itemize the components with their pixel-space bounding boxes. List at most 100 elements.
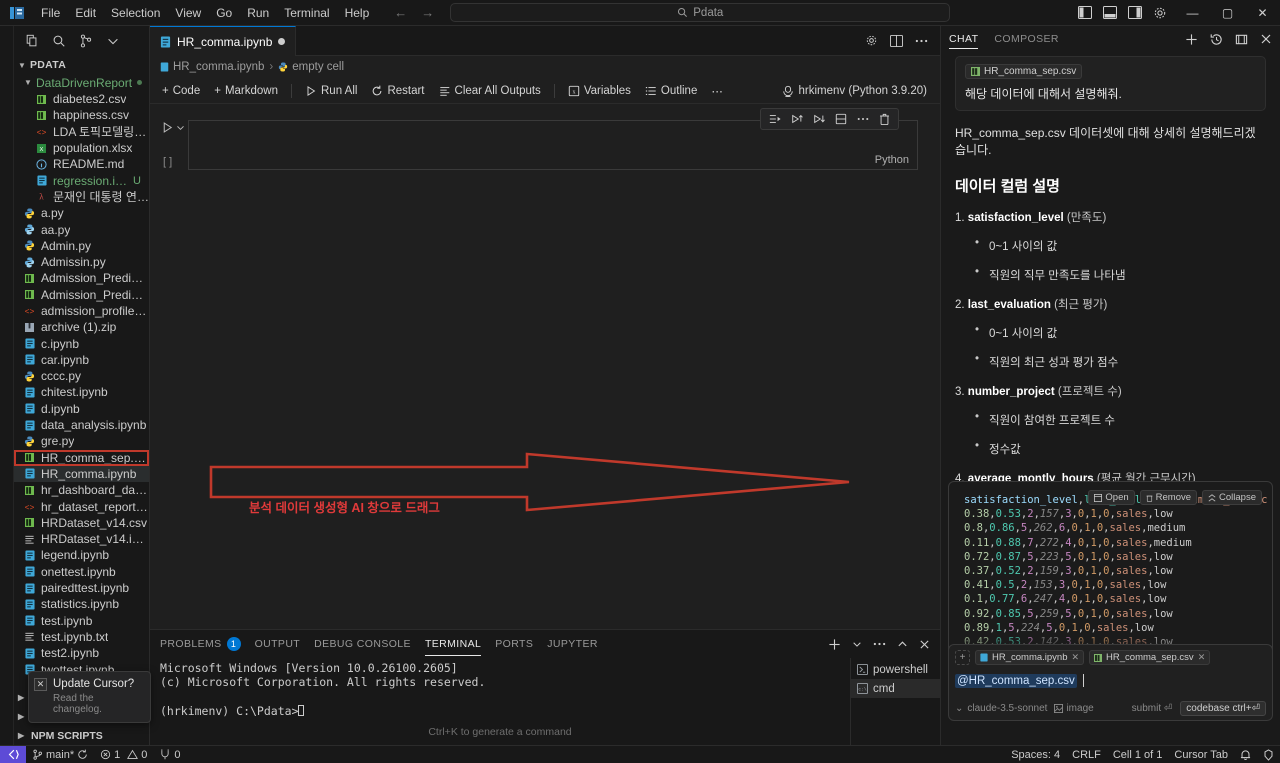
file-item-hrdataset-v14-ipynb-txt[interactable]: HRDataset_v14.ipynb.txt bbox=[14, 531, 149, 547]
close-window-button[interactable]: ✕ bbox=[1245, 0, 1280, 26]
split-cell-icon[interactable] bbox=[835, 113, 847, 125]
file-item-admission-predict-ver1-1-[interactable]: Admission_Predict_Ver1.1... bbox=[14, 270, 149, 286]
menu-terminal[interactable]: Terminal bbox=[277, 3, 336, 23]
expand-icon[interactable] bbox=[1235, 33, 1248, 46]
close-icon[interactable]: ✕ bbox=[34, 678, 47, 691]
new-file-icon[interactable] bbox=[24, 34, 39, 49]
run-by-line-icon[interactable] bbox=[769, 113, 781, 125]
file-mention[interactable]: @HR_comma_sep.csv bbox=[955, 673, 1077, 688]
history-icon[interactable] bbox=[1210, 33, 1223, 46]
remote-window-icon[interactable] bbox=[0, 745, 26, 763]
menu-edit[interactable]: Edit bbox=[68, 3, 103, 23]
status-eol[interactable]: CRLF bbox=[1066, 746, 1107, 763]
sidebar-item-npm-scripts[interactable]: ▶ NPM SCRIPTS bbox=[14, 726, 149, 745]
file-item-hr-comma-sep-csv[interactable]: HR_comma_sep.csv bbox=[14, 449, 149, 466]
file-item-admission-predict-csv[interactable]: Admission_Predict.csv bbox=[14, 287, 149, 303]
add-markdown-cell-button[interactable]: + Markdown bbox=[208, 83, 284, 99]
context-chip-notebook[interactable]: HR_comma.ipynb ✕ bbox=[975, 650, 1085, 665]
file-item-admission-profile-report-h-[interactable]: <> admission_profile_report.h... bbox=[14, 303, 149, 319]
maximize-panel-icon[interactable] bbox=[897, 639, 908, 650]
variables-button[interactable]: x Variables bbox=[562, 83, 637, 99]
breadcrumb-cell[interactable]: empty cell bbox=[278, 61, 344, 73]
breadcrumb-file[interactable]: HR_comma.ipynb bbox=[160, 61, 264, 73]
toggle-secondary-sidebar-icon[interactable] bbox=[1127, 5, 1142, 20]
split-editor-icon[interactable] bbox=[890, 34, 903, 47]
file-item-diabetes2-csv[interactable]: diabetes2.csv bbox=[14, 91, 149, 107]
file-item-regression-ipynb[interactable]: regression.ipynb U bbox=[14, 172, 149, 188]
status-cursor-brand[interactable] bbox=[1257, 746, 1280, 763]
file-item-happiness-csv[interactable]: happiness.csv bbox=[14, 107, 149, 123]
settings-gear-icon[interactable] bbox=[1152, 5, 1167, 20]
status-git-branch[interactable]: main* bbox=[26, 746, 94, 763]
chevron-down-icon[interactable] bbox=[105, 34, 120, 49]
file-item--[interactable]: λ 문재인 대통령 연설문 선... bbox=[14, 189, 149, 205]
file-tree[interactable]: ▼ DataDrivenReport diabetes2.csv happines… bbox=[14, 74, 149, 745]
attach-image-button[interactable]: image bbox=[1054, 703, 1094, 714]
close-panel-icon[interactable] bbox=[919, 639, 930, 650]
minimize-button[interactable]: — bbox=[1175, 0, 1210, 26]
context-chip-csv[interactable]: HR_comma_sep.csv ✕ bbox=[1089, 650, 1211, 665]
run-cell-button[interactable] bbox=[161, 121, 185, 134]
cell-language-label[interactable]: Python bbox=[875, 154, 909, 166]
tab-HR_comma-ipynb[interactable]: HR_comma.ipynb bbox=[150, 26, 297, 56]
add-code-cell-button[interactable]: + Code bbox=[156, 83, 206, 99]
execute-below-icon[interactable] bbox=[813, 113, 825, 125]
csv-open-button[interactable]: Open bbox=[1088, 490, 1135, 505]
more-icon[interactable] bbox=[857, 117, 869, 121]
file-item-readme-md[interactable]: README.md bbox=[14, 156, 149, 172]
tab-chat[interactable]: CHAT bbox=[949, 26, 979, 52]
file-item-cccc-py[interactable]: cccc.py bbox=[14, 368, 149, 384]
file-item-hr-comma-ipynb[interactable]: HR_comma.ipynb bbox=[14, 465, 149, 483]
file-item-pairedttest-ipynb[interactable]: pairedttest.ipynb bbox=[14, 580, 149, 596]
panel-tab-ports[interactable]: PORTS bbox=[495, 630, 533, 658]
go-forward-icon[interactable]: → bbox=[421, 5, 434, 20]
file-item-chitest-ipynb[interactable]: chitest.ipynb bbox=[14, 384, 149, 400]
file-item-hr-dashboard-data-csv[interactable]: hr_dashboard_data.csv bbox=[14, 482, 149, 498]
file-item-d-ipynb[interactable]: d.ipynb bbox=[14, 401, 149, 417]
panel-tab-jupyter[interactable]: JUPYTER bbox=[547, 630, 598, 658]
chat-input-box[interactable]: + HR_comma.ipynb ✕ HR_comma_sep.csv ✕ @H… bbox=[948, 644, 1273, 721]
more-actions-icon[interactable] bbox=[915, 39, 928, 43]
toggle-panel-icon[interactable] bbox=[1102, 5, 1117, 20]
more-actions-icon[interactable] bbox=[873, 642, 886, 646]
close-icon[interactable] bbox=[1260, 33, 1272, 45]
clear-all-outputs-button[interactable]: Clear All Outputs bbox=[433, 83, 547, 99]
status-cell-position[interactable]: Cell 1 of 1 bbox=[1107, 746, 1169, 763]
file-item-admissin-py[interactable]: Admissin.py bbox=[14, 254, 149, 270]
notebook-more-button[interactable]: ⋯ bbox=[705, 82, 729, 100]
file-item-hr-dataset-report-html[interactable]: <> hr_dataset_report.html bbox=[14, 498, 149, 514]
file-item-statistics-ipynb[interactable]: statistics.ipynb bbox=[14, 596, 149, 612]
submit-hint[interactable]: submit ⏎ bbox=[1132, 703, 1173, 714]
gear-icon[interactable] bbox=[865, 34, 878, 47]
kernel-selector[interactable]: hrkimenv (Python 3.9.20) bbox=[775, 83, 934, 99]
csv-collapse-button[interactable]: Collapse bbox=[1202, 490, 1262, 505]
menu-help[interactable]: Help bbox=[338, 3, 377, 23]
menu-selection[interactable]: Selection bbox=[104, 3, 167, 23]
codebase-button[interactable]: codebase ctrl+⏎ bbox=[1180, 701, 1266, 716]
terminal-item-cmd[interactable]: c:\ cmd bbox=[851, 679, 940, 698]
status-notifications[interactable] bbox=[1234, 746, 1257, 763]
file-item-admin-py[interactable]: Admin.py bbox=[14, 238, 149, 254]
command-search-bar[interactable]: Pdata bbox=[450, 3, 951, 22]
csv-remove-button[interactable]: Remove bbox=[1139, 490, 1198, 505]
activity-bar[interactable] bbox=[0, 26, 14, 745]
new-terminal-icon[interactable] bbox=[828, 638, 841, 651]
csv-preview-popup[interactable]: Open Remove Collapse satisfaction_level,… bbox=[948, 481, 1273, 663]
close-icon[interactable]: ✕ bbox=[1072, 652, 1080, 663]
file-item-test-ipynb-txt[interactable]: test.ipynb.txt bbox=[14, 629, 149, 645]
attached-file-chip[interactable]: HR_comma_sep.csv bbox=[965, 64, 1083, 79]
search-icon[interactable] bbox=[51, 34, 66, 49]
execute-above-icon[interactable] bbox=[791, 113, 803, 125]
sync-icon[interactable] bbox=[77, 749, 88, 760]
file-item-data-analysis-ipynb[interactable]: data_analysis.ipynb bbox=[14, 417, 149, 433]
toggle-primary-sidebar-icon[interactable] bbox=[1077, 5, 1092, 20]
restart-kernel-button[interactable]: Restart bbox=[365, 83, 430, 99]
file-item-onettest-ipynb[interactable]: onettest.ipynb bbox=[14, 564, 149, 580]
go-back-icon[interactable]: ← bbox=[394, 5, 407, 20]
outline-button[interactable]: Outline bbox=[639, 83, 703, 99]
file-item-test-ipynb[interactable]: test.ipynb bbox=[14, 613, 149, 629]
run-all-button[interactable]: Run All bbox=[299, 83, 363, 99]
file-item-lda-html[interactable]: <> LDA 토픽모델링.html bbox=[14, 124, 149, 140]
model-selector[interactable]: ⌄ claude-3.5-sonnet bbox=[955, 703, 1047, 714]
add-context-button[interactable]: + bbox=[955, 650, 970, 665]
